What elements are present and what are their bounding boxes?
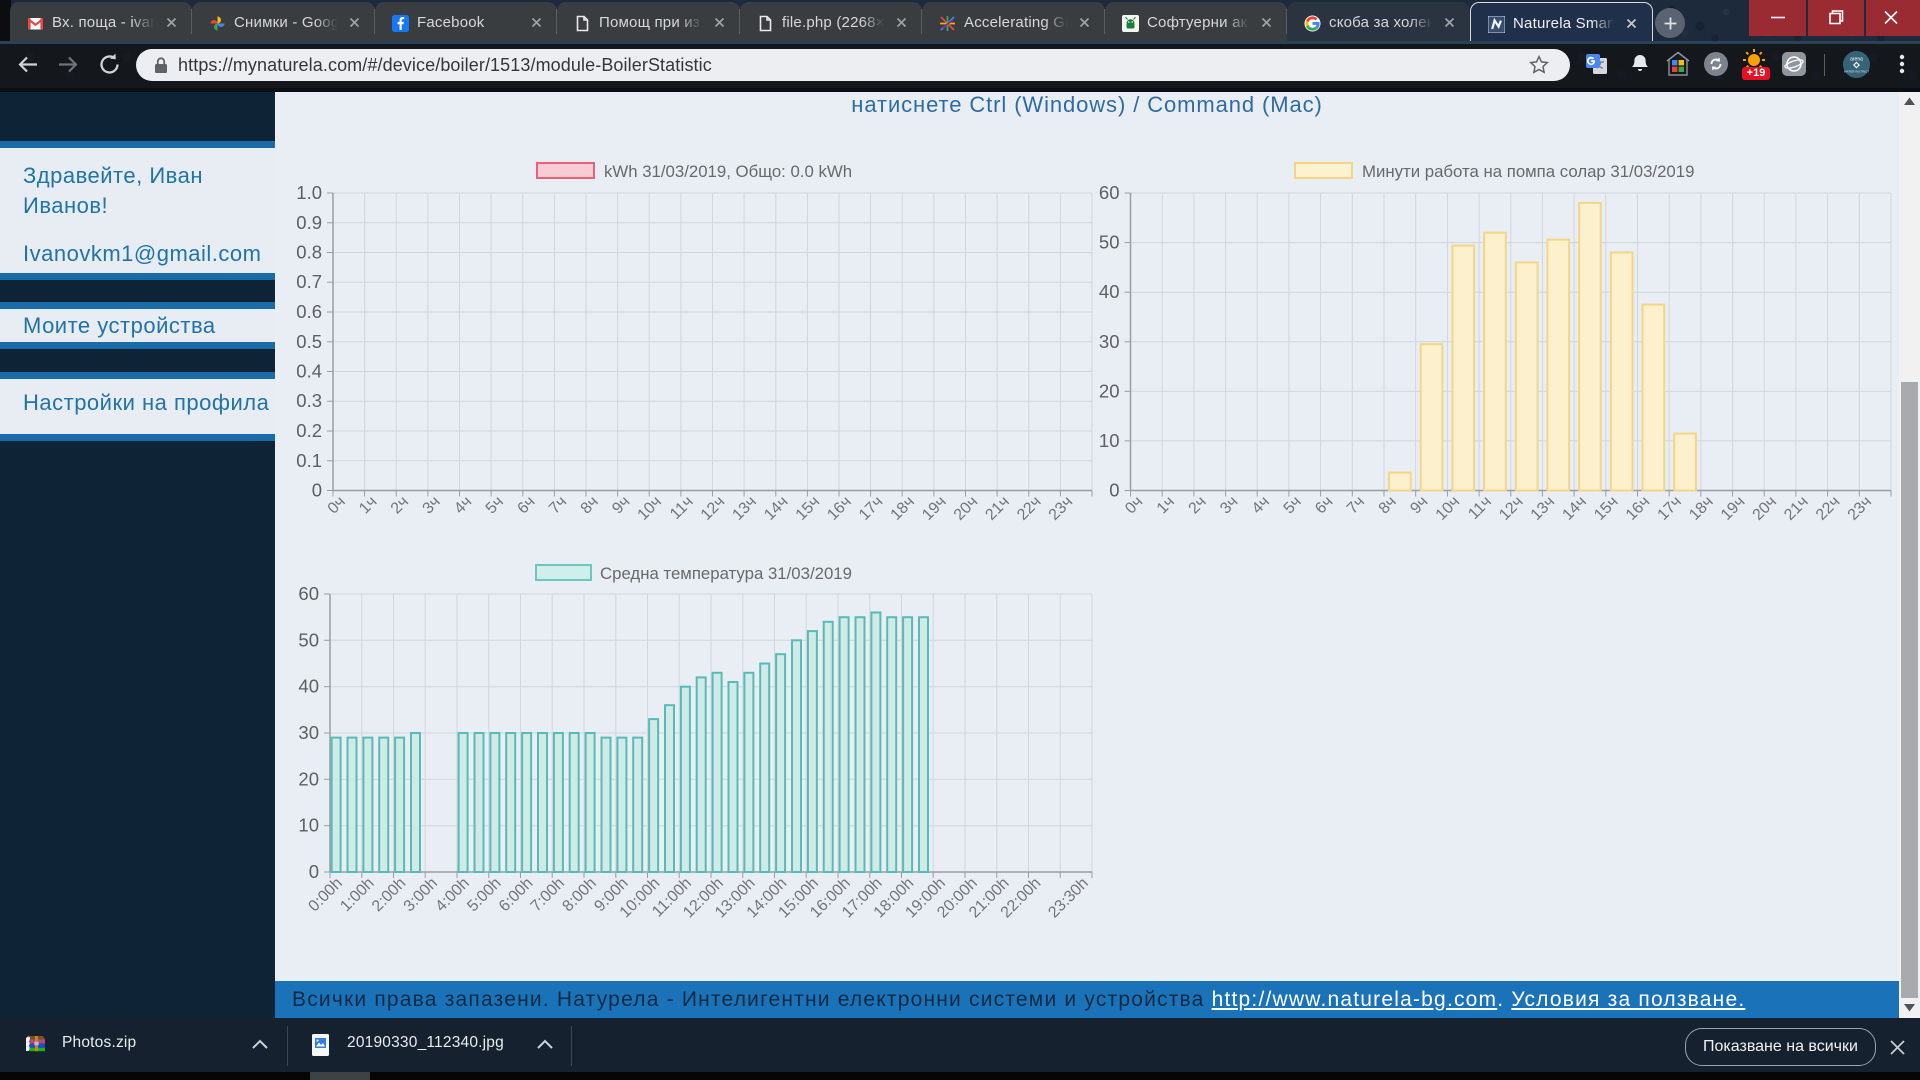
svg-text:5ч: 5ч [483,493,507,517]
svg-text:11ч: 11ч [1465,493,1495,523]
svg-text:8ч: 8ч [578,493,602,517]
svg-text:23:30h: 23:30h [1045,875,1092,922]
svg-text:1.0: 1.0 [296,182,322,203]
svg-text:0: 0 [312,480,322,501]
svg-text:40: 40 [1099,281,1120,302]
svg-text:17ч: 17ч [1655,493,1686,524]
svg-text:5ч: 5ч [1281,493,1305,517]
svg-text:20: 20 [298,768,319,789]
svg-text:20ч: 20ч [1750,493,1781,524]
svg-text:21ч: 21ч [982,493,1013,524]
svg-text:20ч: 20ч [951,493,982,524]
svg-text:Минути работа на помпа солар 3: Минути работа на помпа солар 31/03/2019 [1362,162,1694,181]
svg-text:15ч: 15ч [793,493,824,524]
svg-text:9ч: 9ч [609,493,633,517]
svg-text:Средна температура 31/03/2019: Средна температура 31/03/2019 [600,564,852,583]
svg-text:0.4: 0.4 [296,361,322,382]
svg-text:20: 20 [1099,380,1120,401]
svg-text:12ч: 12ч [1496,493,1527,524]
svg-text:10: 10 [1099,430,1120,451]
svg-text:11ч: 11ч [667,493,697,523]
svg-text:13ч: 13ч [1528,493,1559,524]
svg-text:22ч: 22ч [1014,493,1045,524]
svg-text:0.6: 0.6 [296,301,322,322]
svg-text:4:00h: 4:00h [432,875,472,915]
svg-text:8ч: 8ч [1376,493,1400,517]
svg-text:2:00h: 2:00h [369,875,409,915]
svg-text:30: 30 [1099,331,1120,352]
svg-text:6ч: 6ч [1312,493,1336,517]
svg-text:14ч: 14ч [761,493,792,524]
svg-text:3:00h: 3:00h [401,875,441,915]
svg-text:50: 50 [1099,232,1120,253]
svg-text:0ч: 0ч [1122,493,1146,517]
svg-text:1ч: 1ч [1154,493,1178,517]
svg-text:16ч: 16ч [1623,493,1654,524]
svg-text:0.2: 0.2 [296,420,322,441]
svg-text:21ч: 21ч [1781,493,1812,524]
svg-text:9ч: 9ч [1407,493,1431,517]
svg-text:12ч: 12ч [698,493,729,524]
svg-text:7ч: 7ч [546,493,570,517]
svg-text:2ч: 2ч [388,493,412,517]
svg-text:1ч: 1ч [356,493,380,517]
svg-text:0.9: 0.9 [296,212,322,233]
svg-text:4ч: 4ч [1249,493,1273,517]
svg-text:0.3: 0.3 [296,390,322,411]
svg-text:17ч: 17ч [856,493,887,524]
svg-text:6ч: 6ч [514,493,538,517]
svg-text:4ч: 4ч [451,493,475,517]
svg-text:60: 60 [1099,182,1120,203]
svg-text:18ч: 18ч [1686,493,1717,524]
svg-text:7:00h: 7:00h [528,875,568,915]
svg-text:0.8: 0.8 [296,242,322,263]
svg-text:60: 60 [298,583,319,604]
svg-text:19ч: 19ч [919,493,950,524]
svg-text:10: 10 [298,815,319,836]
svg-text:15ч: 15ч [1591,493,1622,524]
svg-text:23ч: 23ч [1845,493,1876,524]
svg-text:5:00h: 5:00h [464,875,504,915]
svg-text:30: 30 [298,722,319,743]
svg-text:10ч: 10ч [1433,493,1464,524]
svg-text:3ч: 3ч [1217,493,1241,517]
svg-text:0.5: 0.5 [296,331,322,352]
svg-text:23ч: 23ч [1046,493,1077,524]
svg-text:0.7: 0.7 [296,271,322,292]
svg-text:10ч: 10ч [635,493,666,524]
svg-text:18ч: 18ч [888,493,919,524]
svg-text:6:00h: 6:00h [496,875,536,915]
svg-text:2ч: 2ч [1186,493,1210,517]
svg-text:3ч: 3ч [420,493,444,517]
svg-text:0: 0 [1109,480,1119,501]
svg-text:0.1: 0.1 [296,450,322,471]
svg-text:40: 40 [298,676,319,697]
svg-text:1:00h: 1:00h [337,875,377,915]
svg-text:13ч: 13ч [729,493,760,524]
svg-text:7ч: 7ч [1344,493,1368,517]
svg-text:0ч: 0ч [325,493,349,517]
svg-text:8:00h: 8:00h [559,875,599,915]
svg-text:14ч: 14ч [1559,493,1590,524]
svg-text:16ч: 16ч [824,493,855,524]
svg-text:50: 50 [298,629,319,650]
svg-text:0: 0 [309,861,319,882]
svg-text:19ч: 19ч [1718,493,1749,524]
svg-text:22ч: 22ч [1813,493,1844,524]
svg-text:kWh 31/03/2019, Общо: 0.0 kWh: kWh 31/03/2019, Общо: 0.0 kWh [604,162,852,181]
